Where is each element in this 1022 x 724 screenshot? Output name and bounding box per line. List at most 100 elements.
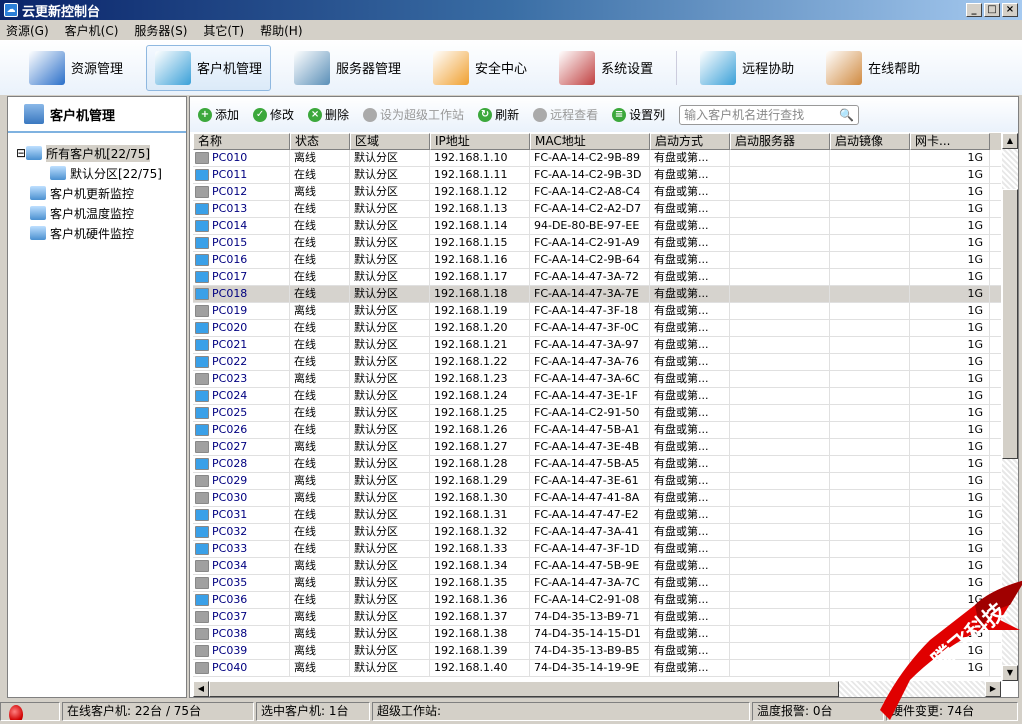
column-header[interactable]: 网卡... [910,133,990,150]
vertical-scroll-thumb[interactable] [1002,189,1018,459]
cell-2: 默认分区 [350,354,430,370]
minimize-button[interactable]: _ [966,3,982,17]
toolbar-button-support-person[interactable]: 在线帮助 [817,45,929,91]
table-row[interactable]: PC032 在线 默认分区 192.168.1.32 FC-AA-14-47-3A-41… [193,524,1001,541]
refresh-icon: ↻ [478,107,493,122]
table-row[interactable]: PC031 在线 默认分区 192.168.1.31 FC-AA-14-47-47-E2… [193,507,1001,524]
column-header[interactable]: 启动镜像 [830,133,910,150]
table-row[interactable]: PC030 离线 默认分区 192.168.1.30 FC-AA-14-47-41-8A… [193,490,1001,507]
tree-item[interactable]: 客户机更新监控 [8,183,186,203]
table-row[interactable]: PC015 在线 默认分区 192.168.1.15 FC-AA-14-C2-91-A9… [193,235,1001,252]
tree-item-label: 客户机更新监控 [50,186,135,201]
column-header[interactable]: 状态 [290,133,350,150]
action-user[interactable]: 设为超级工作站 [363,106,464,123]
toolbar-button-folder[interactable]: 资源管理 [20,45,132,91]
toolbar-button-monitor[interactable]: 客户机管理 [146,44,272,91]
column-header[interactable]: 启动服务器 [730,133,830,150]
tree-item[interactable]: ⊟ 所有客户机[22/75] [8,143,186,163]
table-row[interactable]: PC013 在线 默认分区 192.168.1.13 FC-AA-14-C2-A2-D7… [193,201,1001,218]
table-row[interactable]: PC018 在线 默认分区 192.168.1.18 FC-AA-14-47-3A-7E… [193,286,1001,303]
column-header[interactable]: 启动方式 [650,133,730,150]
cell-5: 有盘或第... [650,643,730,659]
action-refresh[interactable]: ↻ 刷新 [478,106,519,123]
column-header[interactable]: IP地址 [430,133,530,150]
toolbar-button-tools[interactable]: 系统设置 [550,45,662,91]
table-row[interactable]: PC022 在线 默认分区 192.168.1.22 FC-AA-14-47-3A-76… [193,354,1001,371]
scroll-down-button[interactable]: ▼ [1002,665,1018,681]
cell-7 [830,286,910,302]
table-row[interactable]: PC026 在线 默认分区 192.168.1.26 FC-AA-14-47-5B-A1… [193,422,1001,439]
table-row[interactable]: PC024 在线 默认分区 192.168.1.24 FC-AA-14-47-3E-1F… [193,388,1001,405]
online-computer-icon [195,424,209,436]
table-row[interactable]: PC012 离线 默认分区 192.168.1.12 FC-AA-14-C2-A8-C4… [193,184,1001,201]
cell-5: 有盘或第... [650,167,730,183]
table-row[interactable]: PC037 离线 默认分区 192.168.1.37 74-D4-35-13-B9-71… [193,609,1001,626]
cell-4: FC-AA-14-47-3E-1F [530,388,650,404]
table-row[interactable]: PC029 离线 默认分区 192.168.1.29 FC-AA-14-47-3E-61… [193,473,1001,490]
table-row[interactable]: PC023 离线 默认分区 192.168.1.23 FC-AA-14-47-3A-6C… [193,371,1001,388]
table-row[interactable]: PC034 离线 默认分区 192.168.1.34 FC-AA-14-47-5B-9E… [193,558,1001,575]
cell-8: 1G [910,592,990,608]
client-name: PC038 [212,627,248,640]
scroll-left-button[interactable]: ◀ [193,681,209,697]
scroll-up-button[interactable]: ▲ [1002,133,1018,149]
scroll-right-button[interactable]: ▶ [985,681,1001,697]
cell-8: 1G [910,235,990,251]
cell-2: 默认分区 [350,371,430,387]
client-name: PC013 [212,202,248,215]
table-row[interactable]: PC038 离线 默认分区 192.168.1.38 74-D4-35-14-15-D1… [193,626,1001,643]
table-row[interactable]: PC028 在线 默认分区 192.168.1.28 FC-AA-14-47-5B-A5… [193,456,1001,473]
cell-1: 离线 [290,558,350,574]
table-row[interactable]: PC021 在线 默认分区 192.168.1.21 FC-AA-14-47-3A-97… [193,337,1001,354]
column-header[interactable]: 名称 [193,133,290,150]
client-name: PC033 [212,542,248,555]
toolbar-button-shield[interactable]: 安全中心 [424,45,536,91]
action-delete[interactable]: × 删除 [308,106,349,123]
cell-0: PC019 [193,303,290,319]
cell-6 [730,507,830,523]
tree-item[interactable]: 客户机硬件监控 [8,223,186,243]
table-row[interactable]: PC019 离线 默认分区 192.168.1.19 FC-AA-14-47-3F-18… [193,303,1001,320]
table-row[interactable]: PC011 在线 默认分区 192.168.1.11 FC-AA-14-C2-9B-3D… [193,167,1001,184]
menu-help[interactable]: 帮助(H) [260,22,302,39]
cell-2: 默认分区 [350,235,430,251]
action-add[interactable]: + 添加 [198,106,239,123]
column-header[interactable]: 区域 [350,133,430,150]
column-header[interactable]: MAC地址 [530,133,650,150]
table-row[interactable]: PC020 在线 默认分区 192.168.1.20 FC-AA-14-47-3F-0C… [193,320,1001,337]
horizontal-scrollbar[interactable]: ◀ ▶ [193,681,1001,697]
action-remote-view[interactable]: 远程查看 [533,106,598,123]
vertical-scrollbar[interactable]: ▲ ▼ [1002,133,1018,681]
table-row[interactable]: PC035 离线 默认分区 192.168.1.35 FC-AA-14-47-3A-7C… [193,575,1001,592]
toolbar-button-remote-monitor[interactable]: 远程协助 [691,45,803,91]
cell-3: 192.168.1.22 [430,354,530,370]
toolbar-button-server[interactable]: 服务器管理 [285,45,410,91]
menu-clients[interactable]: 客户机(C) [65,22,119,39]
client-name: PC029 [212,474,248,487]
client-list-panel: + 添加 ✓ 修改 × 删除 设为超级工作站 ↻ 刷新 远程查看 ≡ 设置列 输入客户机名进行查找 🔍 名… [189,96,1019,698]
action-columns[interactable]: ≡ 设置列 [612,106,665,123]
tree-item[interactable]: 默认分区[22/75] [8,163,186,183]
table-row[interactable]: PC016 在线 默认分区 192.168.1.16 FC-AA-14-C2-9B-64… [193,252,1001,269]
menu-other[interactable]: 其它(T) [203,22,244,39]
action-check[interactable]: ✓ 修改 [253,106,294,123]
cell-7 [830,252,910,268]
search-input[interactable]: 输入客户机名进行查找 🔍 [679,104,860,125]
search-icon[interactable]: 🔍 [839,108,854,122]
table-row[interactable]: PC036 在线 默认分区 192.168.1.36 FC-AA-14-C2-91-08… [193,592,1001,609]
table-row[interactable]: PC040 离线 默认分区 192.168.1.40 74-D4-35-14-19-9E… [193,660,1001,677]
table-row[interactable]: PC014 在线 默认分区 192.168.1.14 94-DE-80-BE-97-EE… [193,218,1001,235]
close-button[interactable]: × [1002,3,1018,17]
tree-collapse-icon[interactable]: ⊟ [16,146,26,160]
table-row[interactable]: PC039 离线 默认分区 192.168.1.39 74-D4-35-13-B9-B5… [193,643,1001,660]
table-row[interactable]: PC017 在线 默认分区 192.168.1.17 FC-AA-14-47-3A-72… [193,269,1001,286]
maximize-button[interactable]: □ [984,3,1000,17]
table-row[interactable]: PC033 在线 默认分区 192.168.1.33 FC-AA-14-47-3F-1D… [193,541,1001,558]
horizontal-scroll-thumb[interactable] [209,681,839,697]
table-row[interactable]: PC027 离线 默认分区 192.168.1.27 FC-AA-14-47-3E-4B… [193,439,1001,456]
table-row[interactable]: PC010 离线 默认分区 192.168.1.10 FC-AA-14-C2-9B-89… [193,150,1001,167]
table-row[interactable]: PC025 在线 默认分区 192.168.1.25 FC-AA-14-C2-91-50… [193,405,1001,422]
tree-item[interactable]: 客户机温度监控 [8,203,186,223]
menu-servers[interactable]: 服务器(S) [134,22,187,39]
menu-resources[interactable]: 资源(G) [6,22,49,39]
